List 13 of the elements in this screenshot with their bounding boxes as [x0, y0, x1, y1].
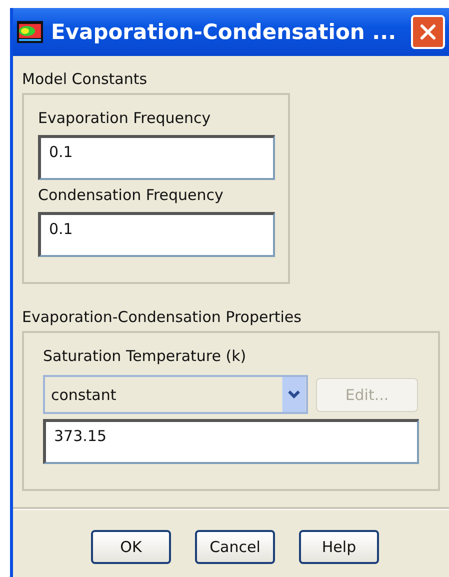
- group-title: Evaporation-Condensation Properties: [22, 308, 302, 328]
- field-label: Saturation Temperature (k): [43, 347, 248, 367]
- input-field[interactable]: 0.1: [38, 135, 275, 180]
- method-dropdown[interactable]: constant: [43, 375, 308, 414]
- dialog-button[interactable]: Help: [299, 530, 379, 564]
- window-title: Evaporation-Condensation ...: [51, 20, 398, 44]
- input-field[interactable]: 373.15: [43, 419, 419, 464]
- dialog-button[interactable]: Cancel: [195, 530, 275, 564]
- dialog-button[interactable]: OK: [91, 530, 171, 564]
- input-field[interactable]: 0.1: [38, 212, 275, 257]
- group-title: Model Constants: [22, 70, 148, 90]
- field-label: Condensation Frequency: [38, 186, 224, 206]
- field-label: Evaporation Frequency: [38, 109, 212, 129]
